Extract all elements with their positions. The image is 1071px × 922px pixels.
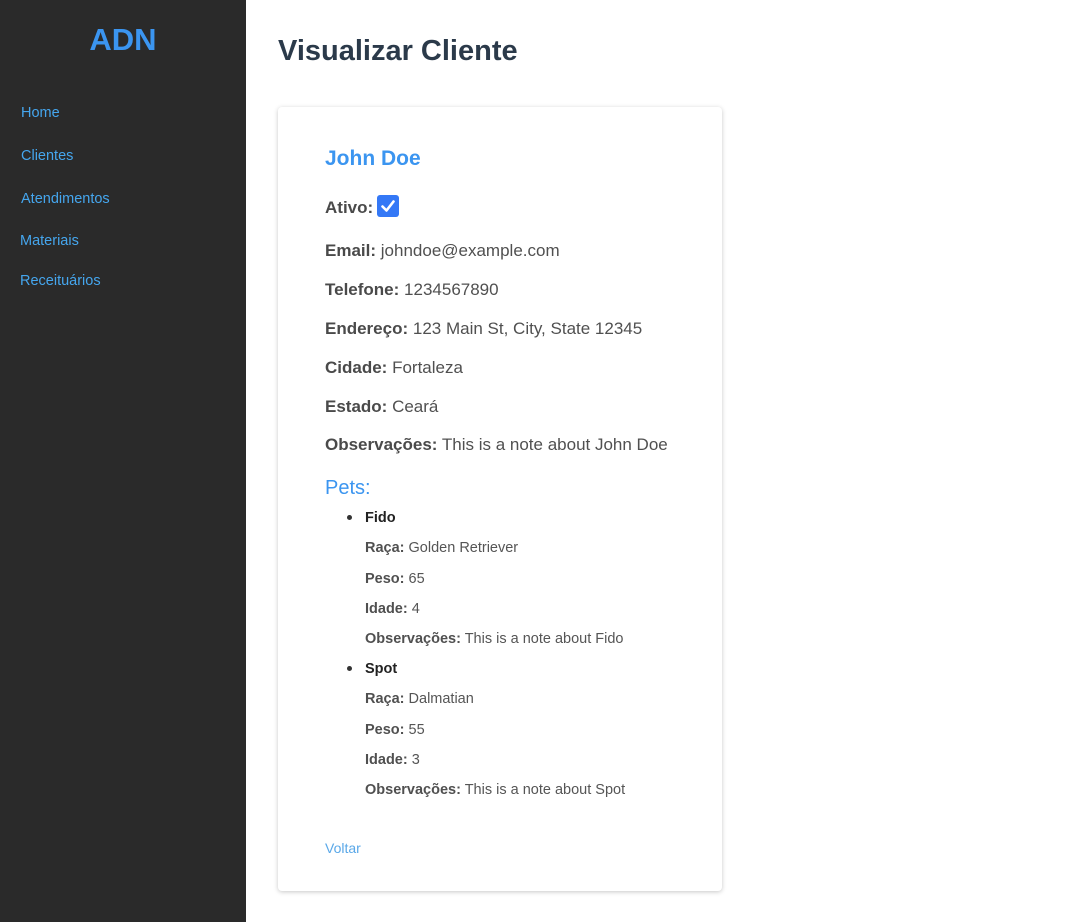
sidebar-item-materiais[interactable]: Materiais: [20, 233, 79, 249]
bullet-icon: [347, 515, 352, 520]
endereco-value: 123 Main St, City, State 12345: [412, 319, 643, 338]
pet-idade: Idade: 3: [365, 752, 420, 768]
pets-title: Pets:: [325, 477, 371, 499]
observacoes-label: Observações:: [325, 435, 438, 454]
sidebar-item-receituarios[interactable]: Receituários: [20, 273, 101, 289]
estado-value: Ceará: [392, 397, 439, 416]
sidebar: ADN Home Clientes Atendimentos Materiais…: [0, 0, 246, 922]
endereco-field: Endereço: 123 Main St, City, State 12345: [325, 319, 642, 339]
cidade-field: Cidade: Fortaleza: [325, 358, 463, 378]
telefone-value: 1234567890: [404, 280, 499, 299]
pet-peso: Peso: 65: [365, 571, 425, 587]
email-label: Email:: [325, 241, 377, 260]
sidebar-item-clientes[interactable]: Clientes: [21, 148, 73, 164]
pet-raca: Raça: Golden Retriever: [365, 540, 519, 556]
client-card: John Doe Ativo: Email: johndoe@example.c…: [278, 107, 722, 891]
active-field: Ativo:: [325, 195, 400, 218]
email-field: Email: johndoe@example.com: [325, 241, 560, 261]
telefone-label: Telefone:: [325, 280, 400, 299]
active-checkbox[interactable]: [377, 195, 400, 217]
pet-name: Fido: [347, 510, 396, 526]
estado-label: Estado:: [325, 397, 388, 416]
email-value: johndoe@example.com: [380, 241, 560, 260]
page-title: Visualizar Cliente: [278, 35, 518, 67]
cidade-value: Fortaleza: [392, 358, 463, 377]
observacoes-field: Observações: This is a note about John D…: [325, 435, 668, 455]
pet-peso: Peso: 55: [365, 722, 425, 738]
pet-observacoes: Observações: This is a note about Fido: [365, 631, 624, 647]
active-label: Ativo:: [325, 198, 374, 217]
back-link[interactable]: Voltar: [325, 840, 361, 856]
estado-field: Estado: Ceará: [325, 397, 438, 417]
pet-raca: Raça: Dalmatian: [365, 691, 474, 707]
bullet-icon: [347, 666, 352, 671]
observacoes-value: This is a note about John Doe: [441, 435, 668, 454]
client-name: John Doe: [325, 147, 421, 170]
endereco-label: Endereço:: [325, 319, 409, 338]
checkmark-icon: [381, 200, 395, 212]
app-logo: ADN: [89, 22, 157, 57]
pet-name: Spot: [347, 661, 397, 677]
pet-idade: Idade: 4: [365, 601, 420, 617]
sidebar-item-atendimentos[interactable]: Atendimentos: [21, 191, 110, 207]
pet-observacoes: Observações: This is a note about Spot: [365, 782, 626, 798]
telefone-field: Telefone: 1234567890: [325, 280, 499, 300]
sidebar-item-home[interactable]: Home: [21, 105, 60, 121]
cidade-label: Cidade:: [325, 358, 388, 377]
